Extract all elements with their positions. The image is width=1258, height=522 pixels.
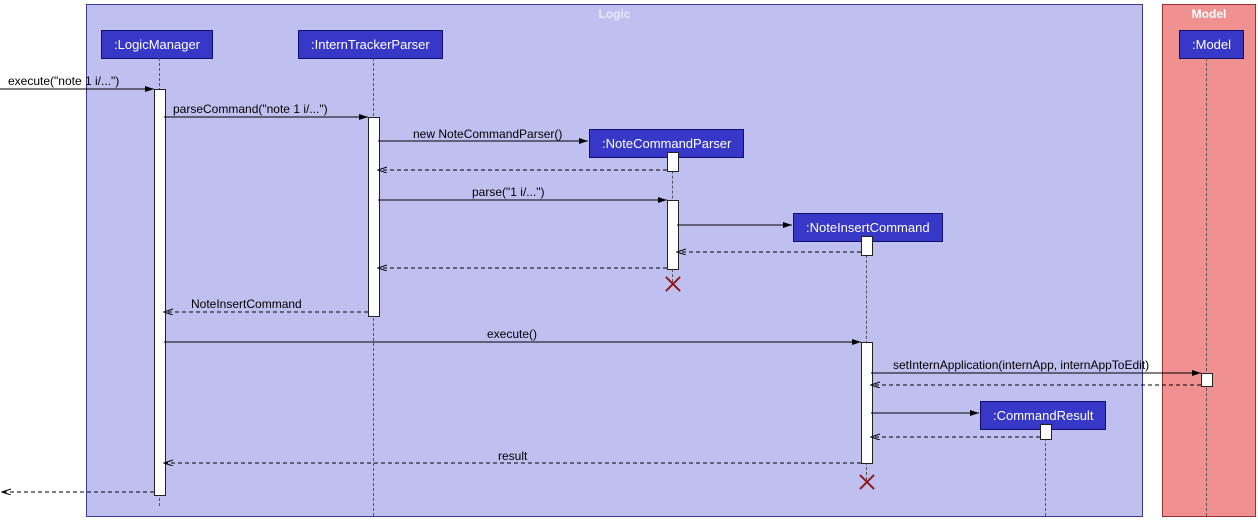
msg-result: result xyxy=(498,449,527,463)
activation-note-insert-command-2 xyxy=(861,342,873,464)
msg-execute2: execute() xyxy=(487,327,537,341)
activation-note-command-parser-1 xyxy=(667,152,679,172)
logic-box: Logic xyxy=(86,4,1143,517)
activation-logic-manager xyxy=(154,89,166,496)
destroy-note-command-parser xyxy=(662,274,682,294)
activation-command-result xyxy=(1040,424,1052,440)
lifeline-model xyxy=(1206,58,1207,516)
destroy-note-insert-command xyxy=(856,472,876,492)
activation-intern-tracker-parser xyxy=(368,117,380,317)
msg-execute1: execute("note 1 i/...") xyxy=(8,74,119,88)
participant-model: :Model xyxy=(1179,30,1244,59)
participant-intern-tracker-parser: :InternTrackerParser xyxy=(298,30,443,59)
msg-parse-command: parseCommand("note 1 i/...") xyxy=(173,102,328,116)
model-box-title: Model xyxy=(1163,5,1255,21)
model-box: Model xyxy=(1162,4,1256,517)
msg-parse: parse("1 i/...") xyxy=(472,185,545,199)
lifeline-command-result xyxy=(1045,428,1046,516)
activation-note-insert-command-1 xyxy=(861,236,873,256)
msg-set-intern-application: setInternApplication(internApp, internAp… xyxy=(893,358,1149,372)
msg-note-insert-command: NoteInsertCommand xyxy=(191,297,302,311)
msg-new-note-command-parser: new NoteCommandParser() xyxy=(413,127,562,141)
logic-box-title: Logic xyxy=(87,5,1142,21)
participant-logic-manager: :LogicManager xyxy=(101,30,213,59)
activation-note-command-parser-2 xyxy=(667,200,679,270)
activation-model xyxy=(1201,373,1213,387)
